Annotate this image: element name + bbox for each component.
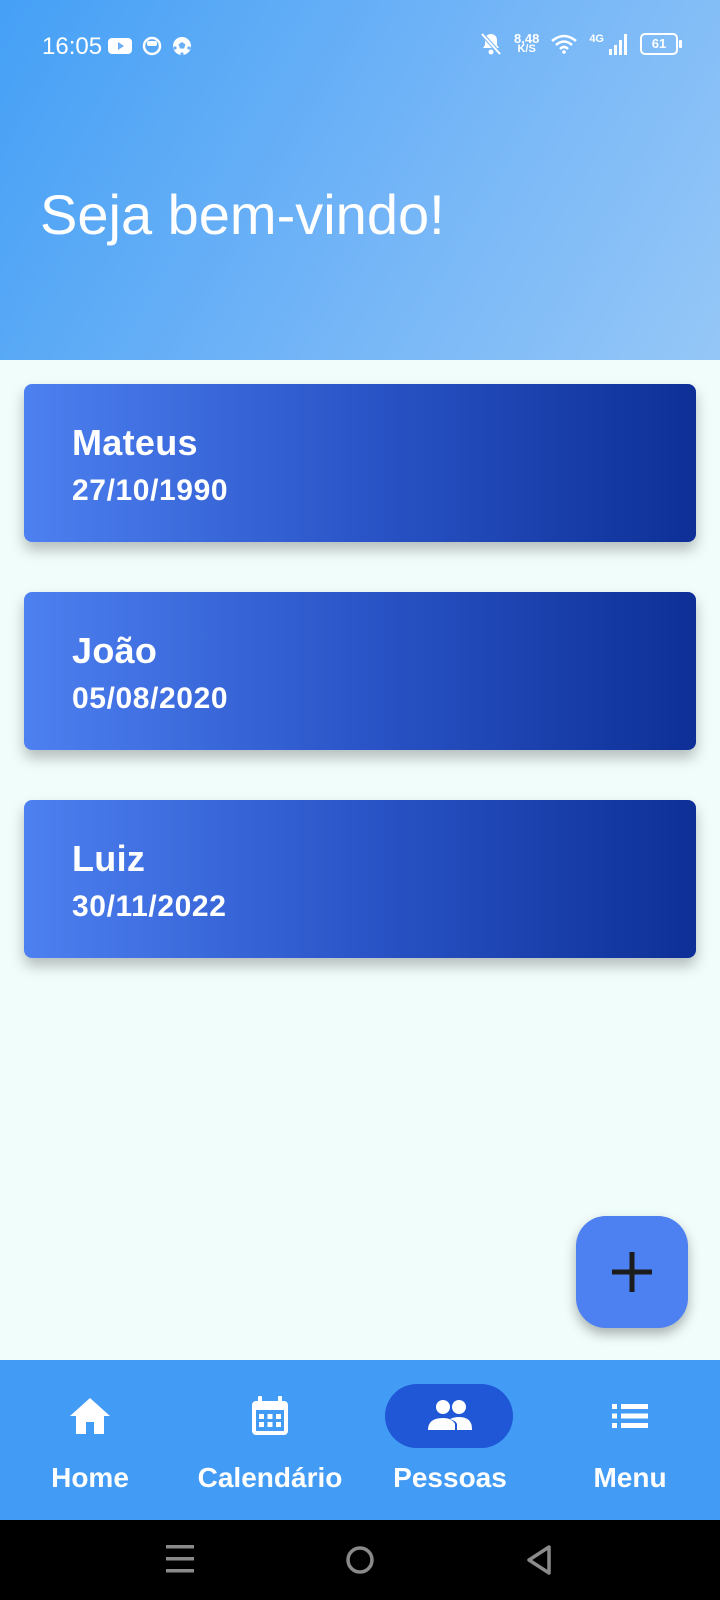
- network-type: 4G: [589, 33, 604, 45]
- person-name: João: [72, 630, 158, 671]
- soccer-ball-icon: [173, 37, 191, 56]
- person-name: Mateus: [72, 422, 198, 463]
- nav-label: Menu: [593, 1462, 667, 1493]
- home-icon: [70, 1398, 110, 1434]
- wifi-icon: [551, 34, 578, 54]
- plus-icon: [612, 1252, 652, 1292]
- nav-item-home[interactable]: Home: [0, 1360, 180, 1520]
- nav-item-menu[interactable]: Menu: [540, 1360, 720, 1520]
- youtube-icon: [108, 38, 132, 54]
- nav-label: Pessoas: [393, 1462, 507, 1493]
- header: 16:05 8,48 K/S 4G 61 Seja bem-vindo!: [0, 0, 720, 360]
- home-circle-icon[interactable]: [345, 1545, 375, 1575]
- status-time: 16:05: [42, 33, 103, 60]
- battery-icon: 61: [640, 33, 682, 55]
- app-icon: [142, 36, 162, 56]
- nav-item-calendar[interactable]: Calendário: [180, 1360, 360, 1520]
- person-card[interactable]: Mateus 27/10/1990: [24, 384, 696, 542]
- nav-item-people[interactable]: Pessoas: [360, 1360, 540, 1520]
- person-date: 05/08/2020: [72, 682, 229, 715]
- add-person-button[interactable]: [576, 1216, 688, 1328]
- person-card[interactable]: Luiz 30/11/2022: [24, 800, 696, 958]
- nav-label: Calendário: [197, 1462, 343, 1493]
- person-date: 27/10/1990: [72, 474, 229, 507]
- nav-label: Home: [51, 1462, 129, 1493]
- person-card[interactable]: João 05/08/2020: [24, 592, 696, 750]
- list-icon: [612, 1404, 648, 1428]
- net-speed-unit: K/S: [517, 43, 536, 55]
- page-title: Seja bem-vindo!: [40, 183, 445, 246]
- net-speed: 8,48 K/S: [514, 32, 539, 55]
- status-icons-right: 8,48 K/S 4G 61: [480, 32, 682, 56]
- status-bar: 16:05 8,48 K/S 4G 61: [0, 0, 720, 94]
- back-icon[interactable]: [525, 1544, 553, 1576]
- person-name: Luiz: [72, 838, 146, 879]
- status-icons-left: [108, 36, 192, 56]
- battery-level: 61: [651, 36, 667, 51]
- system-navigation-bar: [0, 1520, 720, 1600]
- bell-off-icon: [480, 32, 502, 56]
- calendar-icon: [252, 1396, 288, 1435]
- people-icon: [428, 1400, 472, 1430]
- signal-icon: [609, 34, 627, 55]
- person-date: 30/11/2022: [72, 890, 227, 923]
- recents-icon[interactable]: [166, 1542, 194, 1576]
- bottom-navigation: Home Calendário Pessoas Menu: [0, 1360, 720, 1520]
